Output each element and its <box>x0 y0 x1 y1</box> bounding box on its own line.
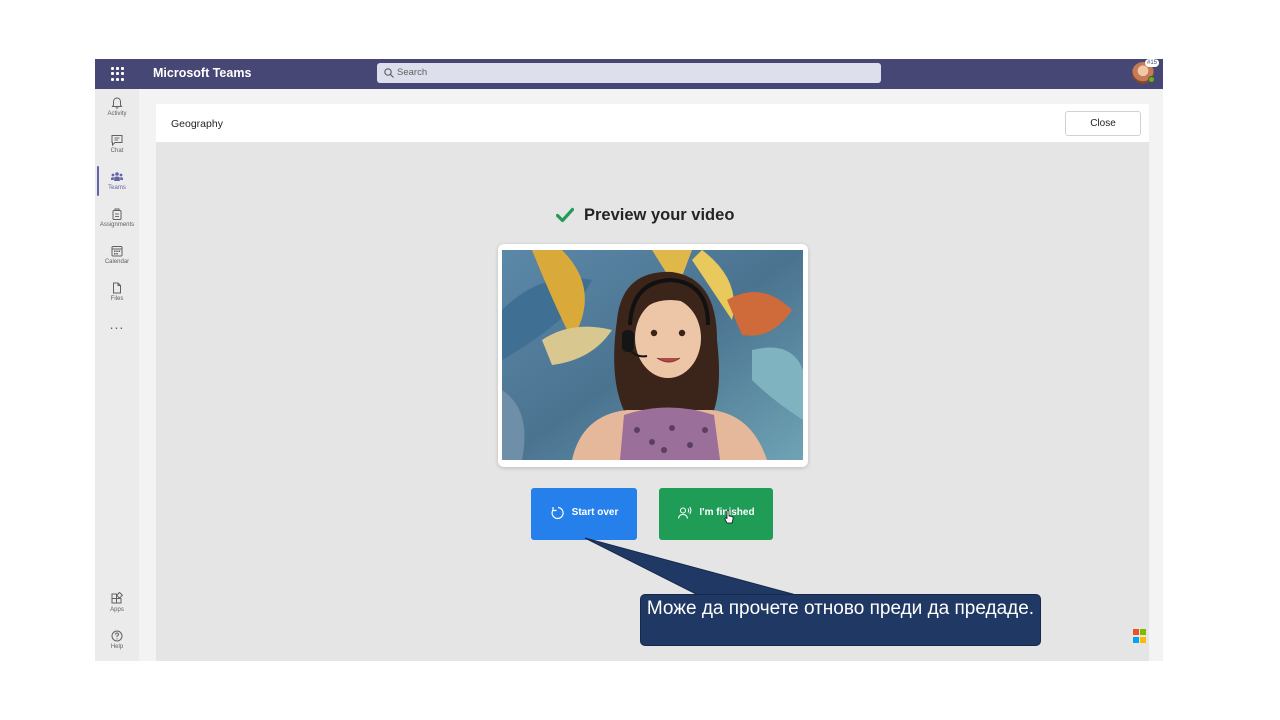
sidebar-item-label: Chat <box>110 148 124 154</box>
hand-cursor-icon <box>724 510 734 524</box>
sidebar-item-label: Files <box>110 296 124 302</box>
sidebar-item-help[interactable]: Help <box>95 629 139 661</box>
presence-status-icon <box>1148 76 1155 83</box>
restart-icon <box>551 506 564 519</box>
sidebar-item-label: Calendar <box>104 259 130 265</box>
start-over-label: Start over <box>571 507 619 518</box>
sidebar-item-assignments[interactable]: Assignments <box>95 207 139 241</box>
file-icon <box>113 282 121 294</box>
apps-icon <box>111 592 124 604</box>
bell-icon <box>111 97 123 109</box>
search-placeholder: Search <box>397 67 428 78</box>
sidebar-item-files[interactable]: Files <box>95 281 139 315</box>
callout-text: Може да прочете отново преди да предаде. <box>646 598 1035 619</box>
teams-icon <box>111 172 123 181</box>
sidebar-item-calendar[interactable]: Calendar <box>95 244 139 278</box>
more-apps-icon[interactable]: ... <box>95 317 139 331</box>
search-input[interactable]: Search <box>377 63 881 83</box>
avatar-badge: #15 <box>1145 59 1160 67</box>
sidebar-item-teams[interactable]: Teams <box>95 170 139 204</box>
app-launcher-icon[interactable] <box>111 67 125 81</box>
checkmark-icon <box>556 207 574 223</box>
video-thumbnail <box>502 250 803 460</box>
sidebar-item-label: Teams <box>108 185 126 191</box>
sidebar-item-label: Activity <box>107 111 127 117</box>
microsoft-logo-icon <box>1133 629 1147 643</box>
main-content: Geography Close Preview your video Start… <box>139 89 1163 661</box>
app-title: Microsoft Teams <box>153 66 252 80</box>
sidebar-item-apps[interactable]: Apps <box>95 592 139 626</box>
panel-header: Geography Close <box>156 104 1149 142</box>
calendar-icon <box>111 246 123 257</box>
video-preview-frame <box>498 244 808 467</box>
sidebar-item-label: Assignments <box>99 222 135 228</box>
sidebar-item-chat[interactable]: Chat <box>95 133 139 167</box>
assignment-panel: Geography Close Preview your video Start… <box>156 104 1149 661</box>
sidebar-item-label: Apps <box>110 607 124 613</box>
sidebar-item-activity[interactable]: Activity <box>95 96 139 130</box>
help-icon <box>111 630 123 642</box>
left-rail: Activity Chat Teams Assignments Calendar… <box>95 89 139 661</box>
person-speaking-icon <box>678 506 692 519</box>
panel-title: Geography <box>171 118 223 130</box>
finished-button[interactable]: I'm finished <box>659 488 773 540</box>
close-button[interactable]: Close <box>1065 111 1141 136</box>
teams-window: Microsoft Teams Search #15 Activity Chat… <box>95 59 1163 661</box>
top-bar: Microsoft Teams Search #15 <box>95 59 1163 89</box>
video-preview[interactable] <box>502 250 803 460</box>
start-over-button[interactable]: Start over <box>531 488 637 540</box>
assignments-icon <box>112 208 122 220</box>
search-icon <box>384 68 394 78</box>
preview-title: Preview your video <box>584 206 735 224</box>
sidebar-item-label: Help <box>110 644 124 650</box>
chat-icon <box>111 135 123 147</box>
callout-box: Може да прочете отново преди да предаде. <box>640 594 1041 646</box>
